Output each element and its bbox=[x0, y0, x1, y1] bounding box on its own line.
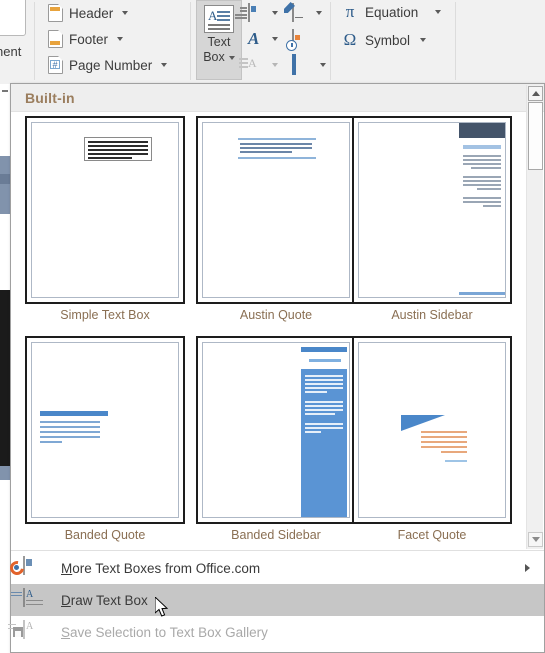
header-page-icon bbox=[48, 4, 63, 22]
wordart-button[interactable]: A bbox=[248, 30, 278, 48]
symbol-label: Symbol bbox=[365, 32, 411, 48]
symbol-button[interactable]: Ω Symbol bbox=[342, 30, 427, 50]
chevron-down-icon[interactable] bbox=[272, 37, 278, 41]
chevron-down-icon bbox=[272, 63, 278, 67]
gallery-item-banded-quote[interactable]: Banded Quote bbox=[25, 336, 185, 542]
thumb-accent-block bbox=[301, 369, 347, 517]
footer-label: Footer bbox=[69, 31, 109, 47]
ribbon-divider bbox=[190, 2, 191, 80]
gallery-item-facet-quote[interactable]: Facet Quote bbox=[352, 336, 512, 542]
gallery-thumbnail-grid: Simple Text Box Austin Quote Austin Side… bbox=[11, 112, 518, 549]
header-label: Header bbox=[69, 5, 114, 21]
menu-item-save-selection: A Save Selection to Text Box Gallery bbox=[8, 616, 544, 648]
text-box-gallery-dropdown: Built-in Simple Text Box Austin Quote Au… bbox=[7, 83, 545, 653]
scroll-down-button[interactable] bbox=[528, 532, 543, 547]
menu-item-label: Draw Text Box bbox=[61, 592, 148, 608]
word-insert-ribbon-screen: nent Header Footer # bbox=[0, 0, 545, 653]
gallery-item-simple-text-box[interactable]: Simple Text Box bbox=[25, 116, 185, 322]
chevron-down-icon[interactable] bbox=[420, 38, 427, 42]
footer-button[interactable]: Footer bbox=[48, 26, 124, 52]
thumb-accent-bar bbox=[301, 347, 347, 352]
menu-item-label: More Text Boxes from Office.com bbox=[61, 560, 261, 576]
header-button[interactable]: Header bbox=[48, 0, 129, 26]
chevron-down-icon[interactable] bbox=[161, 63, 168, 67]
gallery-item-label: Austin Quote bbox=[239, 308, 313, 322]
text-box-label-line1: Text bbox=[207, 35, 231, 49]
chevron-down-icon bbox=[531, 537, 540, 542]
thumb-accent-bar bbox=[40, 411, 108, 416]
header-footer-group: Header Footer # Page Number bbox=[40, 0, 180, 84]
pi-icon: π bbox=[345, 2, 355, 21]
quick-parts-icon bbox=[235, 3, 256, 22]
mouse-cursor bbox=[155, 597, 169, 617]
wordart-icon: A bbox=[248, 29, 260, 48]
omega-icon: Ω bbox=[343, 30, 357, 49]
symbols-group: π Equation Ω Symbol bbox=[336, 0, 451, 84]
partial-left-button[interactable] bbox=[0, 0, 26, 36]
menu-item-more-text-boxes[interactable]: More Text Boxes from Office.com bbox=[7, 552, 544, 584]
chevron-down-icon[interactable] bbox=[435, 10, 442, 14]
ribbon-insert-tab: nent Header Footer # bbox=[0, 0, 545, 84]
gallery-item-austin-quote[interactable]: Austin Quote bbox=[196, 116, 356, 322]
text-box-label-line2: Box bbox=[203, 50, 235, 65]
signature-line-button[interactable] bbox=[284, 2, 322, 22]
object-button[interactable] bbox=[292, 54, 326, 75]
date-and-time-icon bbox=[286, 29, 300, 51]
page-number-label: Page Number bbox=[69, 57, 153, 73]
chevron-down-icon[interactable] bbox=[320, 63, 326, 67]
chevron-down-icon[interactable] bbox=[117, 37, 124, 41]
signature-line-icon bbox=[284, 2, 303, 22]
thumb-facet-triangle bbox=[401, 415, 445, 431]
thumb-footer-bar bbox=[459, 292, 505, 295]
thumb-navy-band bbox=[459, 123, 505, 138]
gallery-item-label: Simple Text Box bbox=[60, 308, 150, 322]
quick-parts-button[interactable] bbox=[235, 3, 278, 22]
thumb-heading-bar bbox=[309, 359, 341, 362]
text-box-button[interactable]: A Text Box bbox=[196, 0, 242, 80]
office-online-icon bbox=[7, 556, 47, 579]
gallery-item-label: Austin Sidebar bbox=[391, 308, 473, 322]
chevron-up-icon bbox=[531, 91, 540, 96]
thumb-text-block bbox=[84, 137, 152, 161]
chevron-down-icon[interactable] bbox=[122, 11, 129, 15]
chevron-down-icon[interactable] bbox=[316, 11, 322, 15]
chevron-down-icon[interactable] bbox=[228, 55, 235, 60]
chevron-down-icon[interactable] bbox=[272, 11, 278, 15]
date-and-time-button[interactable] bbox=[286, 29, 312, 51]
menu-item-label: Save Selection to Text Box Gallery bbox=[61, 624, 268, 640]
object-icon bbox=[292, 54, 296, 75]
ribbon-divider bbox=[455, 2, 456, 80]
menu-item-draw-text-box[interactable]: A Draw Text Box bbox=[11, 584, 544, 616]
gallery-item-label: Banded Quote bbox=[64, 528, 146, 542]
gallery-item-label: Facet Quote bbox=[397, 528, 467, 542]
gallery-section-header: Built-in bbox=[11, 84, 544, 112]
equation-label: Equation bbox=[365, 4, 419, 20]
equation-button[interactable]: π Equation bbox=[342, 2, 442, 22]
drop-cap-button: A bbox=[239, 56, 278, 74]
ribbon-divider bbox=[34, 2, 35, 80]
scroll-up-button[interactable] bbox=[528, 86, 543, 101]
submenu-arrow-icon bbox=[525, 564, 530, 572]
thumb-heading-bar bbox=[463, 145, 501, 149]
draw-text-box-icon: A bbox=[11, 588, 47, 611]
footer-page-icon bbox=[48, 30, 63, 48]
gallery-item-austin-sidebar[interactable]: Austin Sidebar bbox=[352, 116, 512, 322]
scrollbar-thumb[interactable] bbox=[528, 102, 543, 170]
gallery-scrollbar[interactable] bbox=[526, 85, 543, 549]
gallery-item-label: Banded Sidebar bbox=[231, 528, 321, 542]
gallery-context-menu: More Text Boxes from Office.com A Draw T… bbox=[7, 550, 544, 652]
page-number-icon: # bbox=[48, 56, 63, 74]
left-group-label: nent bbox=[0, 44, 22, 59]
ribbon-divider bbox=[330, 2, 331, 80]
gallery-item-banded-sidebar[interactable]: Banded Sidebar bbox=[196, 336, 356, 542]
text-box-icon: A bbox=[204, 5, 234, 33]
save-text-box-icon: A bbox=[8, 620, 47, 643]
page-number-button[interactable]: # Page Number bbox=[48, 52, 168, 78]
